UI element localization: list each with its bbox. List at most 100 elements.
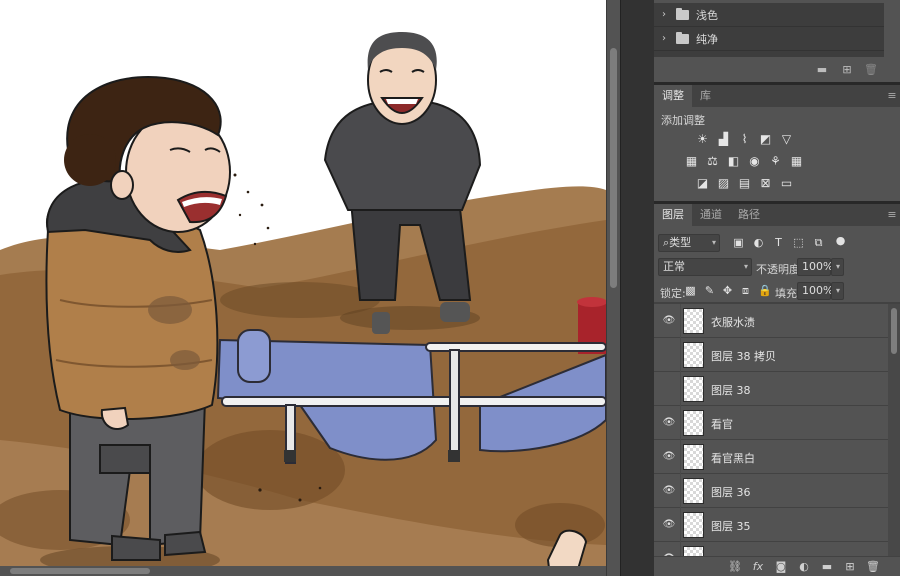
vibrance-icon[interactable]: ▽ [779,132,794,147]
panel-dock-gutter [620,0,654,576]
adjustment-icons-row: ▦ ⚖ ◧ ◉ ⚘ ▦ [684,154,804,169]
fill-input[interactable]: 100% [797,282,833,300]
group-icon[interactable]: ▬ [820,560,834,573]
invert-icon[interactable]: ◪ [695,176,710,191]
scroll-thumb[interactable] [891,308,897,354]
layer-filter-kind-select[interactable]: ⌕类型 ▾ [658,234,720,252]
lock-label: 锁定: [660,287,686,300]
layer-name: 图层 36 [711,486,751,499]
library-folder-row[interactable]: › 纯净 [654,27,884,51]
lock-transparent-icon[interactable]: ▩ [684,284,697,298]
folder-icon [676,31,689,44]
brightness-icon[interactable]: ☀ [695,132,710,147]
eye-icon[interactable]: 👁 [662,383,676,395]
chevron-down-icon: ▾ [835,286,840,295]
filter-pixel-icon[interactable]: ▣ [732,236,745,250]
layer-name: 看官 [711,418,733,431]
trash-icon[interactable]: 🗑 [866,560,880,573]
eye-icon[interactable]: 👁 [662,417,676,429]
layer-name: 图层 38 [711,384,751,397]
photo-filter-icon[interactable]: ◉ [747,154,762,169]
library-scroll-track[interactable] [884,3,900,57]
canvas-horizontal-scrollbar[interactable] [0,566,606,576]
layer-row[interactable]: 👁 看官黑白 [654,440,888,474]
fx-icon[interactable]: fx [751,560,765,573]
layer-thumbnail [683,410,704,436]
adjustments-title: 添加调整 [661,114,705,127]
canvas-vertical-scrollbar[interactable] [606,0,620,576]
mask-icon[interactable]: ◙ [774,560,788,573]
tab-channels[interactable]: 通道 [692,204,730,226]
threshold-icon[interactable]: ▤ [737,176,752,191]
lock-position-icon[interactable]: ✥ [721,284,734,298]
color-balance-icon[interactable]: ⚖ [705,154,720,169]
layers-list[interactable]: 👁 衣服水渍 👁 图层 38 拷贝 👁 图层 38 👁 看官 👁 看官黑白 👁 … [654,304,888,556]
add-icon[interactable]: ⊞ [840,64,854,76]
posterize-icon[interactable]: ▨ [716,176,731,191]
fill-dropdown[interactable]: ▾ [831,282,844,300]
lock-artboard-icon[interactable]: ⧈ [739,284,752,298]
filter-shape-icon[interactable]: ⬚ [792,236,805,250]
filter-adjustment-icon[interactable]: ◐ [752,236,765,250]
opacity-dropdown[interactable]: ▾ [831,258,844,276]
panel-menu-icon[interactable]: ≡ [884,85,900,107]
layers-scrollbar[interactable] [888,304,900,556]
tab-libraries[interactable]: 库 [692,85,719,107]
exposure-icon[interactable]: ◩ [758,132,773,147]
layer-row[interactable]: 👁 图层 36 [654,474,888,508]
layer-name: 衣服水渍 [711,316,755,329]
tab-layers[interactable]: 图层 [654,204,692,226]
scroll-thumb[interactable] [10,568,150,574]
lock-all-icon[interactable]: 🔒 [758,284,772,298]
filter-smart-object-icon[interactable]: ⧉ [812,236,825,250]
curves-icon[interactable]: ⌇ [737,132,752,147]
eye-icon[interactable]: 👁 [662,519,676,531]
layer-row[interactable]: 👁 [654,542,888,556]
color-lookup-icon[interactable]: ▦ [789,154,804,169]
adjustment-icon[interactable]: ◐ [797,560,811,573]
adjustment-icons-row: ◪ ▨ ▤ ⊠ ▭ [695,176,794,191]
selective-color-icon[interactable]: ⊠ [758,176,773,191]
gradient-map-icon[interactable]: ▭ [779,176,794,191]
levels-icon[interactable]: ▟ [716,132,731,147]
tab-adjustments[interactable]: 调整 [654,85,692,107]
eye-icon[interactable]: 👁 [662,485,676,497]
eye-icon[interactable]: 👁 [662,349,676,361]
new-layer-icon[interactable]: ⊞ [843,560,857,573]
layer-row[interactable]: 👁 看官 [654,406,888,440]
layer-name: 图层 35 [711,520,751,533]
panel-menu-icon[interactable]: ≡ [884,204,900,226]
layer-thumbnail [683,376,704,402]
new-group-icon[interactable]: ▬ [815,64,829,76]
channel-mixer-icon[interactable]: ⚘ [768,154,783,169]
filter-kind-value: 类型 [669,236,692,249]
opacity-input[interactable]: 100% [797,258,833,276]
filter-toggle-icon[interactable]: ● [834,234,847,248]
adjustments-tabbar: 调整 库 ≡ [654,85,900,107]
layer-row[interactable]: 👁 图层 35 [654,508,888,542]
layer-row[interactable]: 👁 图层 38 [654,372,888,406]
blend-mode-select[interactable]: 正常 ▾ [658,258,752,276]
layer-thumbnail [683,308,704,334]
filter-type-icon[interactable]: T [772,236,785,250]
library-list-overflow [654,51,884,57]
layer-thumbnail [683,444,704,470]
chevron-down-icon: ▾ [835,262,840,271]
link-icon[interactable]: ⛓ [728,560,742,573]
chevron-right-icon[interactable]: › [662,33,676,44]
black-white-icon[interactable]: ◧ [726,154,741,169]
library-folder-row[interactable]: › 浅色 [654,3,884,27]
layers-tabbar: 图层 通道 路径 ≡ [654,204,900,226]
document-canvas[interactable] [0,0,606,576]
eye-icon[interactable]: 👁 [662,315,676,327]
layer-row[interactable]: 👁 衣服水渍 [654,304,888,338]
lock-paint-icon[interactable]: ✎ [703,284,716,298]
trash-icon[interactable]: 🗑 [864,64,878,76]
tab-paths[interactable]: 路径 [730,204,768,226]
layer-row[interactable]: 👁 图层 38 拷贝 [654,338,888,372]
eye-icon[interactable]: 👁 [662,451,676,463]
scroll-thumb[interactable] [610,48,617,288]
hue-saturation-icon[interactable]: ▦ [684,154,699,169]
layer-name: 看官黑白 [711,452,755,465]
chevron-right-icon[interactable]: › [662,9,676,20]
